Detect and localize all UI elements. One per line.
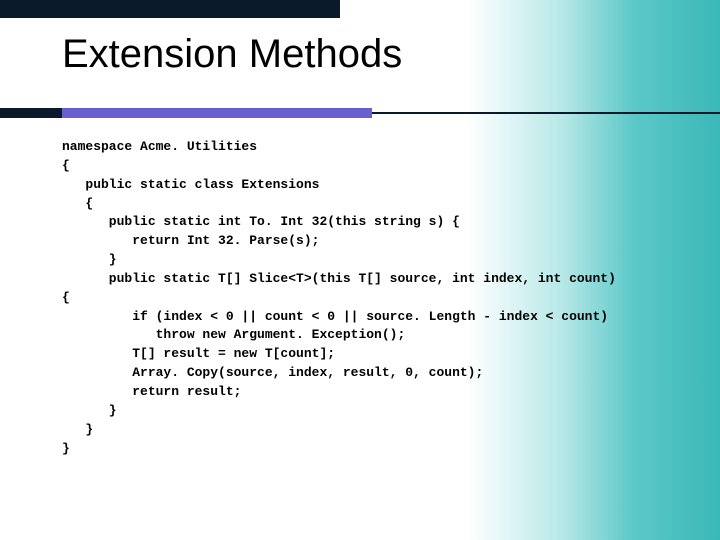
top-accent-bar [0, 0, 340, 18]
underline-purple-segment [62, 108, 372, 118]
underline-dark-segment [0, 108, 62, 118]
title-underline [0, 100, 720, 120]
code-block: namespace Acme. Utilities { public stati… [62, 138, 702, 458]
slide-title: Extension Methods [62, 32, 402, 77]
underline-thin-segment [372, 112, 720, 114]
